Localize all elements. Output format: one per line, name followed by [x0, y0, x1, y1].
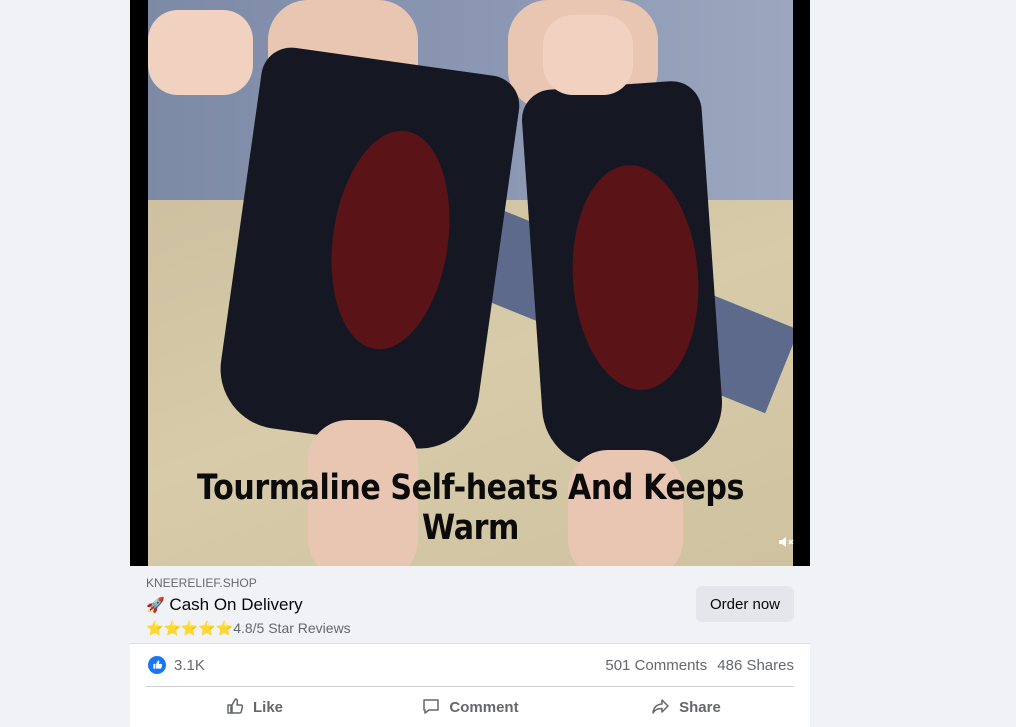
ad-post: Tourmaline Self-heats And Keeps Warm KNE…: [130, 0, 810, 727]
share-count[interactable]: 486 Shares: [717, 657, 794, 674]
ad-headline-text: Cash On Delivery: [169, 595, 303, 614]
comment-bubble-icon: [421, 696, 441, 720]
comment-label: Comment: [449, 699, 519, 716]
like-count[interactable]: 3.1K: [174, 657, 205, 674]
order-now-button[interactable]: Order now: [695, 586, 794, 622]
left-hand: [148, 10, 253, 95]
thumbs-up-icon: [225, 696, 245, 720]
star-icon: ⭐: [198, 620, 216, 636]
ad-headline: 🚀 Cash On Delivery: [146, 595, 303, 615]
rocket-icon: 🚀: [146, 597, 165, 614]
engagement-stats: 3.1K 501 Comments 486 Shares: [146, 644, 794, 687]
ad-reviews: ⭐⭐⭐⭐⭐4.8/5 Star Reviews: [146, 620, 351, 637]
ad-domain: KNEERELIEF.SHOP: [146, 576, 257, 590]
share-label: Share: [679, 699, 721, 716]
rating-text: 4.8/5 Star Reviews: [233, 620, 351, 636]
share-button[interactable]: Share: [578, 688, 794, 727]
star-icon: ⭐: [146, 620, 164, 636]
like-label: Like: [252, 699, 283, 716]
star-icon: ⭐: [163, 620, 181, 636]
like-button[interactable]: Like: [146, 688, 362, 727]
star-icon: ⭐: [215, 620, 234, 636]
like-reaction-icon[interactable]: [148, 656, 166, 674]
ad-link-bar[interactable]: KNEERELIEF.SHOP 🚀 Cash On Delivery ⭐⭐⭐⭐⭐…: [130, 566, 810, 644]
stats-right: 501 Comments 486 Shares: [599, 657, 794, 674]
right-hand: [543, 15, 633, 95]
post-actions: Like Comment Share: [146, 688, 794, 727]
share-arrow-icon: [651, 696, 671, 720]
star-icon: ⭐: [180, 620, 199, 636]
video-frame: Tourmaline Self-heats And Keeps Warm: [148, 0, 793, 566]
speaker-muted-icon[interactable]: [776, 532, 796, 552]
video-player[interactable]: Tourmaline Self-heats And Keeps Warm: [130, 0, 810, 566]
video-caption: Tourmaline Self-heats And Keeps Warm: [196, 468, 745, 548]
comment-count[interactable]: 501 Comments: [605, 657, 707, 674]
comment-button[interactable]: Comment: [362, 688, 578, 727]
